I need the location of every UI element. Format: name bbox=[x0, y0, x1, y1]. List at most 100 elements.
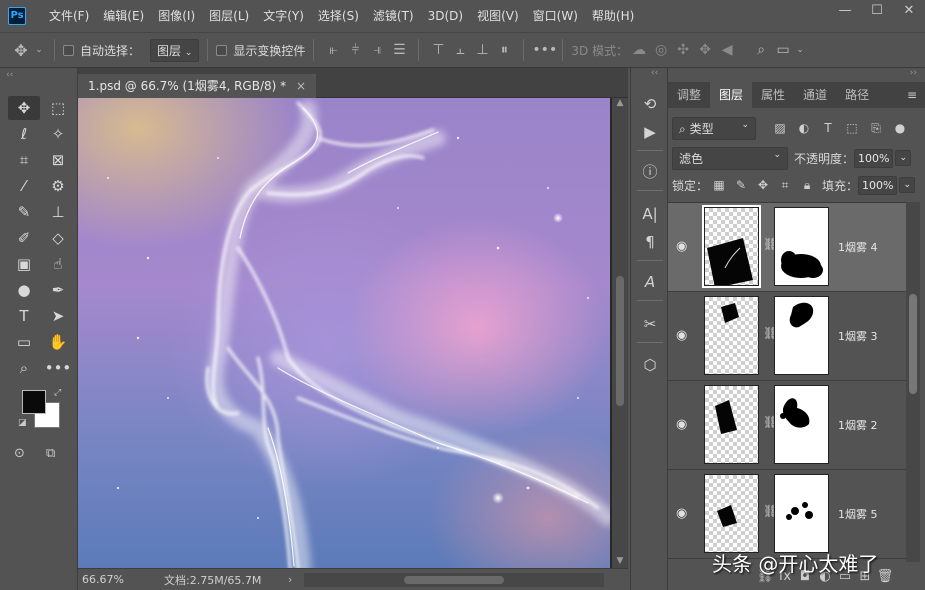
healing-brush-tool-icon[interactable]: ✎ bbox=[8, 200, 40, 224]
layer-mask-thumbnail[interactable] bbox=[774, 474, 829, 553]
type-tool-icon[interactable]: T bbox=[8, 304, 40, 328]
move-tool-icon[interactable]: ✥ bbox=[10, 41, 32, 60]
fill-input[interactable]: 100% bbox=[858, 175, 898, 195]
gradient-tool-icon[interactable]: ▣ bbox=[8, 252, 40, 276]
layer-mask-thumbnail[interactable] bbox=[774, 385, 829, 464]
lasso-tool-icon[interactable]: ℓ bbox=[8, 122, 40, 146]
object-select-tool-icon[interactable]: ⚙ bbox=[42, 174, 74, 198]
visibility-eye-icon[interactable]: ◉ bbox=[676, 239, 687, 254]
rectangle-tool-icon[interactable]: ▭ bbox=[8, 330, 40, 354]
workspace-chevron-down-icon[interactable]: ⌄ bbox=[794, 45, 806, 55]
filter-adjustment-icon[interactable]: ◐ bbox=[792, 121, 816, 135]
toolbox-collapse-button[interactable]: ‹‹ bbox=[0, 68, 77, 82]
scrollbar-thumb[interactable] bbox=[616, 276, 624, 406]
dodge-tool-icon[interactable]: ● bbox=[8, 278, 40, 302]
checkbox-box[interactable] bbox=[216, 44, 228, 56]
layer-row[interactable]: ◉ ⛓ 1烟雾 2 bbox=[668, 381, 906, 470]
magic-wand-tool-icon[interactable]: ✧ bbox=[42, 122, 74, 146]
align-bottom-icon[interactable]: ⊥ bbox=[471, 42, 493, 58]
close-window-button[interactable]: ✕ bbox=[893, 0, 925, 24]
frame-tool-icon[interactable]: ⊠ bbox=[42, 148, 74, 172]
visibility-eye-icon[interactable]: ◉ bbox=[676, 506, 687, 521]
brush-tool-icon[interactable]: ✐ bbox=[8, 226, 40, 250]
hand-tool-icon[interactable]: ✋ bbox=[42, 330, 74, 354]
character-panel-icon[interactable]: A| bbox=[637, 202, 663, 226]
search-icon[interactable]: ⌕ bbox=[750, 42, 772, 58]
tab-properties[interactable]: 属性 bbox=[752, 82, 794, 108]
more-tools-icon[interactable]: ••• bbox=[42, 356, 74, 380]
menu-file[interactable]: 文件(F) bbox=[42, 0, 96, 32]
status-menu-arrow[interactable]: › bbox=[288, 573, 304, 586]
panel-collapse-button[interactable]: ›› bbox=[910, 68, 917, 78]
screen-mode-icon[interactable]: ⧉ bbox=[46, 446, 55, 461]
layer-thumbnail[interactable] bbox=[704, 296, 759, 375]
eraser-tool-icon[interactable]: ◇ bbox=[42, 226, 74, 250]
default-colors-icon[interactable]: ◪ bbox=[18, 418, 27, 428]
pen-tool-icon[interactable]: ✒ bbox=[42, 278, 74, 302]
checkbox-box[interactable] bbox=[63, 44, 74, 56]
zoom-tool-icon[interactable]: ⌕ bbox=[8, 356, 40, 380]
auto-select-target-dropdown[interactable]: 图层 ⌄ bbox=[150, 38, 200, 62]
lock-position-icon[interactable]: ✥ bbox=[752, 178, 774, 192]
scrollbar-thumb[interactable] bbox=[404, 575, 504, 584]
fill-chevron-down-icon[interactable]: ⌄ bbox=[899, 177, 916, 193]
layer-name[interactable]: 1烟雾 5 bbox=[838, 506, 878, 522]
tab-paths[interactable]: 路径 bbox=[836, 82, 878, 108]
info-panel-icon[interactable]: ⓘ bbox=[637, 160, 663, 184]
align-top-icon[interactable]: ⊤ bbox=[427, 42, 449, 58]
history-panel-icon[interactable]: ⟲ bbox=[637, 92, 663, 116]
workspace-icon[interactable]: ▭ bbox=[772, 42, 794, 58]
align-right-icon[interactable]: ⫣ bbox=[366, 42, 388, 58]
layer-thumbnail[interactable] bbox=[702, 205, 761, 288]
lock-image-icon[interactable]: ✎ bbox=[730, 178, 752, 192]
blend-mode-dropdown[interactable]: 滤色 ⌄ bbox=[672, 146, 788, 170]
menu-help[interactable]: 帮助(H) bbox=[585, 0, 641, 32]
marquee-tool-icon[interactable]: ⬚ bbox=[42, 96, 74, 120]
lock-artboard-icon[interactable]: ⌗ bbox=[774, 178, 796, 193]
tool-preset-chevron-down-icon[interactable]: ⌄ bbox=[32, 45, 46, 55]
opacity-input[interactable]: 100% bbox=[854, 148, 894, 168]
menu-image[interactable]: 图像(I) bbox=[151, 0, 202, 32]
align-vcenter-icon[interactable]: ⫠ bbox=[449, 42, 471, 58]
filter-kind-dropdown[interactable]: ⌕ 类型 ⌄ bbox=[672, 116, 756, 140]
glyphs-panel-icon[interactable]: A bbox=[637, 270, 663, 294]
show-transform-checkbox[interactable]: 显示变换控件 bbox=[216, 42, 305, 59]
menu-type[interactable]: 文字(Y) bbox=[256, 0, 311, 32]
layer-thumbnail[interactable] bbox=[704, 474, 759, 553]
menu-window[interactable]: 窗口(W) bbox=[526, 0, 585, 32]
panel-menu-icon[interactable]: ≡ bbox=[907, 82, 917, 108]
layer-thumbnail[interactable] bbox=[704, 385, 759, 464]
scroll-up-icon[interactable]: ▲ bbox=[612, 98, 628, 108]
menu-layer[interactable]: 图层(L) bbox=[202, 0, 256, 32]
actions-play-icon[interactable]: ▶ bbox=[637, 120, 663, 144]
minimize-button[interactable]: — bbox=[829, 0, 861, 24]
layer-mask-thumbnail[interactable] bbox=[774, 296, 829, 375]
tab-layers[interactable]: 图层 bbox=[710, 82, 753, 108]
menu-select[interactable]: 选择(S) bbox=[311, 0, 366, 32]
canvas-image[interactable] bbox=[78, 98, 610, 568]
stamp-tool-icon[interactable]: ⊥ bbox=[42, 200, 74, 224]
distribute-icon[interactable]: ☰ bbox=[388, 42, 410, 58]
3d-panel-icon[interactable]: ⬡ bbox=[637, 353, 663, 377]
tool-presets-icon[interactable]: ✂ bbox=[637, 312, 663, 336]
layer-row[interactable]: ◉ ⛓ 1烟雾 3 bbox=[668, 292, 906, 381]
paragraph-panel-icon[interactable]: ¶ bbox=[637, 230, 663, 254]
zoom-level[interactable]: 66.67% bbox=[78, 573, 138, 586]
layers-scrollbar[interactable] bbox=[906, 202, 920, 562]
opacity-chevron-down-icon[interactable]: ⌄ bbox=[895, 150, 912, 166]
canvas-vertical-scrollbar[interactable]: ▲ ▼ bbox=[612, 98, 628, 568]
document-tab[interactable]: 1.psd @ 66.7% (1烟雾4, RGB/8) * × bbox=[78, 74, 317, 98]
layer-name[interactable]: 1烟雾 2 bbox=[838, 417, 878, 433]
auto-select-checkbox[interactable]: 自动选择： bbox=[63, 42, 140, 59]
layer-mask-thumbnail[interactable] bbox=[774, 207, 829, 286]
scroll-down-icon[interactable]: ▼ bbox=[612, 556, 628, 566]
align-hcenter-icon[interactable]: ⫩ bbox=[344, 42, 366, 58]
foreground-color-swatch[interactable] bbox=[22, 390, 46, 414]
canvas-horizontal-scrollbar[interactable] bbox=[304, 572, 604, 587]
layer-name[interactable]: 1烟雾 3 bbox=[838, 328, 878, 344]
visibility-eye-icon[interactable]: ◉ bbox=[676, 328, 687, 343]
move-tool-icon[interactable]: ✥ bbox=[8, 96, 40, 120]
layer-row[interactable]: ◉ ⛓ 1烟雾 4 bbox=[668, 203, 906, 292]
filter-shape-icon[interactable]: ⬚ bbox=[840, 121, 864, 135]
menu-edit[interactable]: 编辑(E) bbox=[96, 0, 151, 32]
